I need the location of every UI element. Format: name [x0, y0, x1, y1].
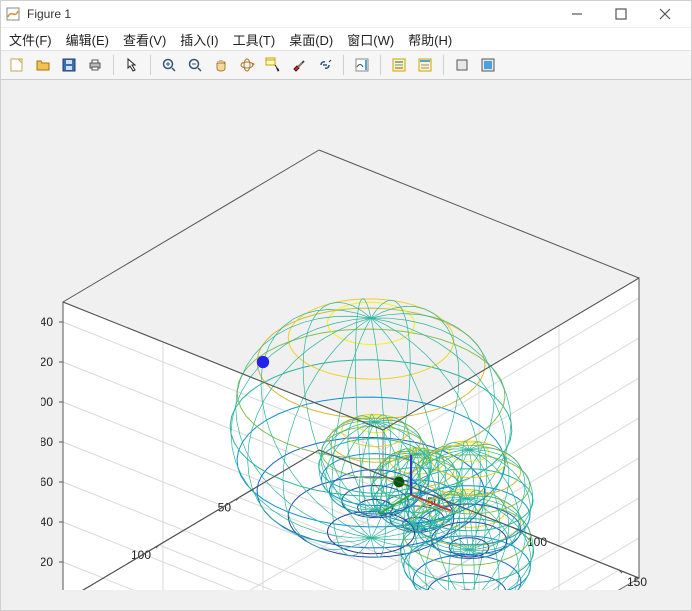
brush-button[interactable] — [287, 53, 311, 77]
svg-text:120: 120 — [41, 355, 53, 369]
rotate3d-button[interactable] — [235, 53, 259, 77]
svg-text:40: 40 — [41, 515, 53, 529]
toolbar-separator — [343, 55, 344, 75]
menu-view[interactable]: 查看(V) — [121, 28, 168, 51]
toolbar-separator — [113, 55, 114, 75]
svg-text:60: 60 — [41, 475, 53, 489]
toolbar — [1, 50, 691, 80]
close-button[interactable] — [643, 1, 687, 27]
plot-area[interactable]: 204060801001201405010015050100150 — [1, 80, 691, 610]
toolbar-separator — [380, 55, 381, 75]
svg-text:140: 140 — [41, 315, 53, 329]
app-icon — [5, 6, 21, 22]
svg-text:100: 100 — [41, 395, 53, 409]
hide-plot-tools-button[interactable] — [450, 53, 474, 77]
menu-insert[interactable]: 插入(I) — [178, 28, 220, 51]
menu-help[interactable]: 帮助(H) — [406, 28, 454, 51]
menu-file[interactable]: 文件(F) — [7, 28, 54, 51]
save-button[interactable] — [57, 53, 81, 77]
insert-colorbar-button[interactable] — [350, 53, 374, 77]
edit-plot-button[interactable] — [120, 53, 144, 77]
menubar: 文件(F) 编辑(E) 查看(V) 插入(I) 工具(T) 桌面(D) 窗口(W… — [1, 28, 691, 50]
menu-edit[interactable]: 编辑(E) — [64, 28, 111, 51]
print-button[interactable] — [83, 53, 107, 77]
insert-legend-button[interactable] — [387, 53, 411, 77]
figure-window: Figure 1 文件(F) 编辑(E) 查看(V) 插入(I) 工具(T) 桌… — [0, 0, 692, 611]
titlebar: Figure 1 — [1, 1, 691, 28]
zoom-in-button[interactable] — [157, 53, 181, 77]
maximize-button[interactable] — [599, 1, 643, 27]
open-button[interactable] — [31, 53, 55, 77]
menu-tools[interactable]: 工具(T) — [231, 28, 278, 51]
svg-text:50: 50 — [218, 501, 232, 515]
new-figure-button[interactable] — [5, 53, 29, 77]
minimize-button[interactable] — [555, 1, 599, 27]
zoom-out-button[interactable] — [183, 53, 207, 77]
link-plots-button[interactable] — [313, 53, 337, 77]
toolbar-separator — [150, 55, 151, 75]
property-editor-button[interactable] — [413, 53, 437, 77]
svg-text:80: 80 — [41, 435, 53, 449]
window-title: Figure 1 — [27, 7, 71, 21]
menu-window[interactable]: 窗口(W) — [345, 28, 396, 51]
axes-3d[interactable]: 204060801001201405010015050100150 — [41, 100, 651, 590]
toolbar-separator — [443, 55, 444, 75]
show-plot-tools-button[interactable] — [476, 53, 500, 77]
svg-text:20: 20 — [41, 555, 53, 569]
axes-svg: 204060801001201405010015050100150 — [41, 100, 651, 590]
data-cursor-button[interactable] — [261, 53, 285, 77]
pan-button[interactable] — [209, 53, 233, 77]
menu-desktop[interactable]: 桌面(D) — [287, 28, 335, 51]
